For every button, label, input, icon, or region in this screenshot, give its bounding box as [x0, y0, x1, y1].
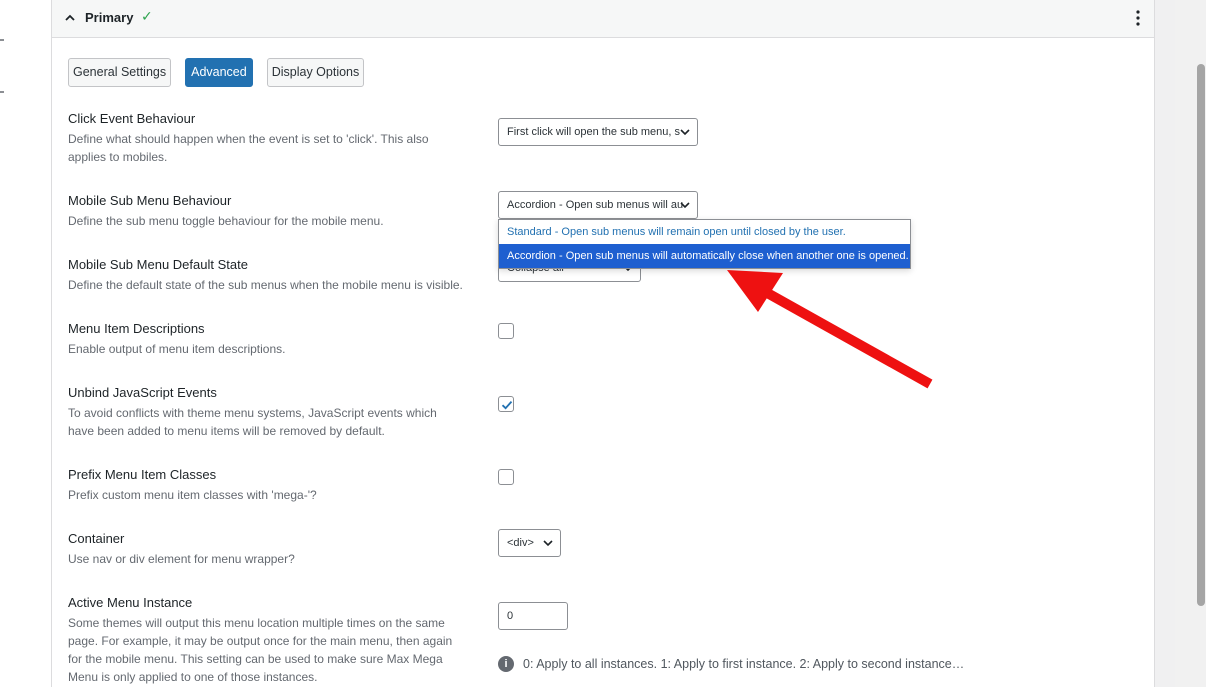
annotation-arrow-icon	[727, 270, 933, 389]
scrollbar[interactable]	[1175, 0, 1206, 687]
scrollbar-thumb[interactable]	[1197, 64, 1205, 606]
